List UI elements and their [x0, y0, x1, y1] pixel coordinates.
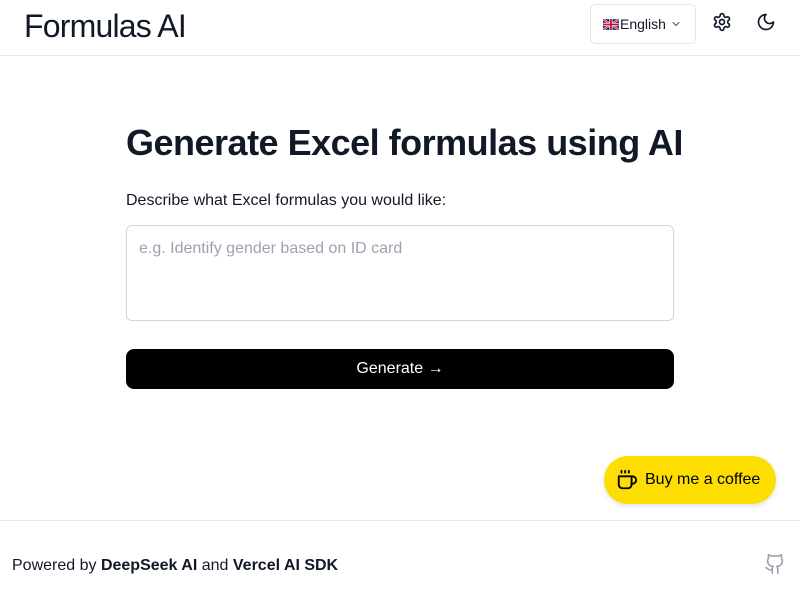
uk-flag-icon: [602, 17, 620, 31]
page-title: Generate Excel formulas using AI: [126, 122, 683, 163]
buy-me-a-coffee-button[interactable]: Buy me a coffee: [604, 456, 776, 504]
footer-credits: Powered by DeepSeek AI and Vercel AI SDK: [12, 555, 338, 577]
formula-description-input[interactable]: [126, 225, 674, 321]
chevron-down-icon: [670, 18, 682, 30]
deepseek-link[interactable]: DeepSeek AI: [101, 557, 197, 574]
github-icon: [764, 554, 786, 579]
theme-toggle-button[interactable]: [754, 12, 778, 36]
vercel-ai-sdk-link[interactable]: Vercel AI SDK: [233, 557, 338, 574]
main-content: Generate Excel formulas using AI Describ…: [126, 120, 683, 389]
language-label: English: [620, 16, 666, 32]
footer: Powered by DeepSeek AI and Vercel AI SDK: [0, 520, 800, 600]
logo[interactable]: Formulas AI: [24, 6, 187, 46]
generate-button[interactable]: Generate →: [126, 349, 674, 389]
language-select[interactable]: English: [590, 4, 696, 44]
github-link[interactable]: [764, 553, 788, 577]
moon-icon: [756, 12, 776, 37]
coffee-cup-icon: [616, 469, 638, 491]
gear-icon: [712, 12, 732, 37]
settings-button[interactable]: [710, 12, 734, 36]
coffee-button-label: Buy me a coffee: [645, 471, 761, 488]
prompt-label: Describe what Excel formulas you would l…: [126, 192, 447, 209]
footer-prefix: Powered by: [12, 557, 101, 574]
header: Formulas AI English: [0, 0, 800, 56]
footer-middle: and: [197, 557, 233, 574]
